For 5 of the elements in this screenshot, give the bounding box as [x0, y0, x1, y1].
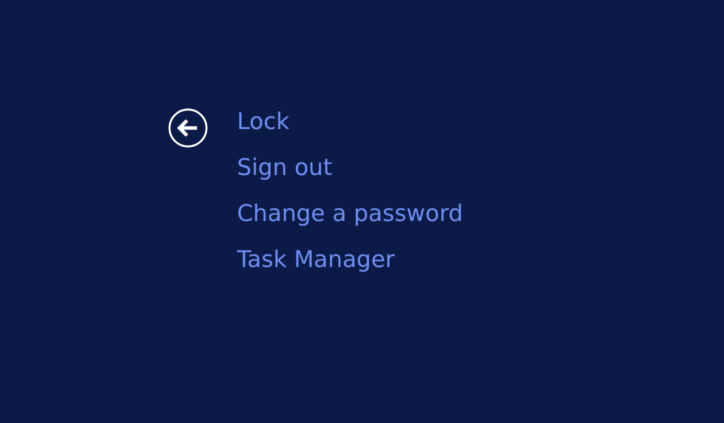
menu-option[interactable]: Sign out [237, 145, 332, 191]
back-button[interactable] [168, 108, 208, 148]
menu-option[interactable]: Task Manager [237, 237, 395, 283]
menu-option[interactable]: Lock [237, 99, 290, 145]
menu-option[interactable]: Change a password [237, 191, 463, 237]
